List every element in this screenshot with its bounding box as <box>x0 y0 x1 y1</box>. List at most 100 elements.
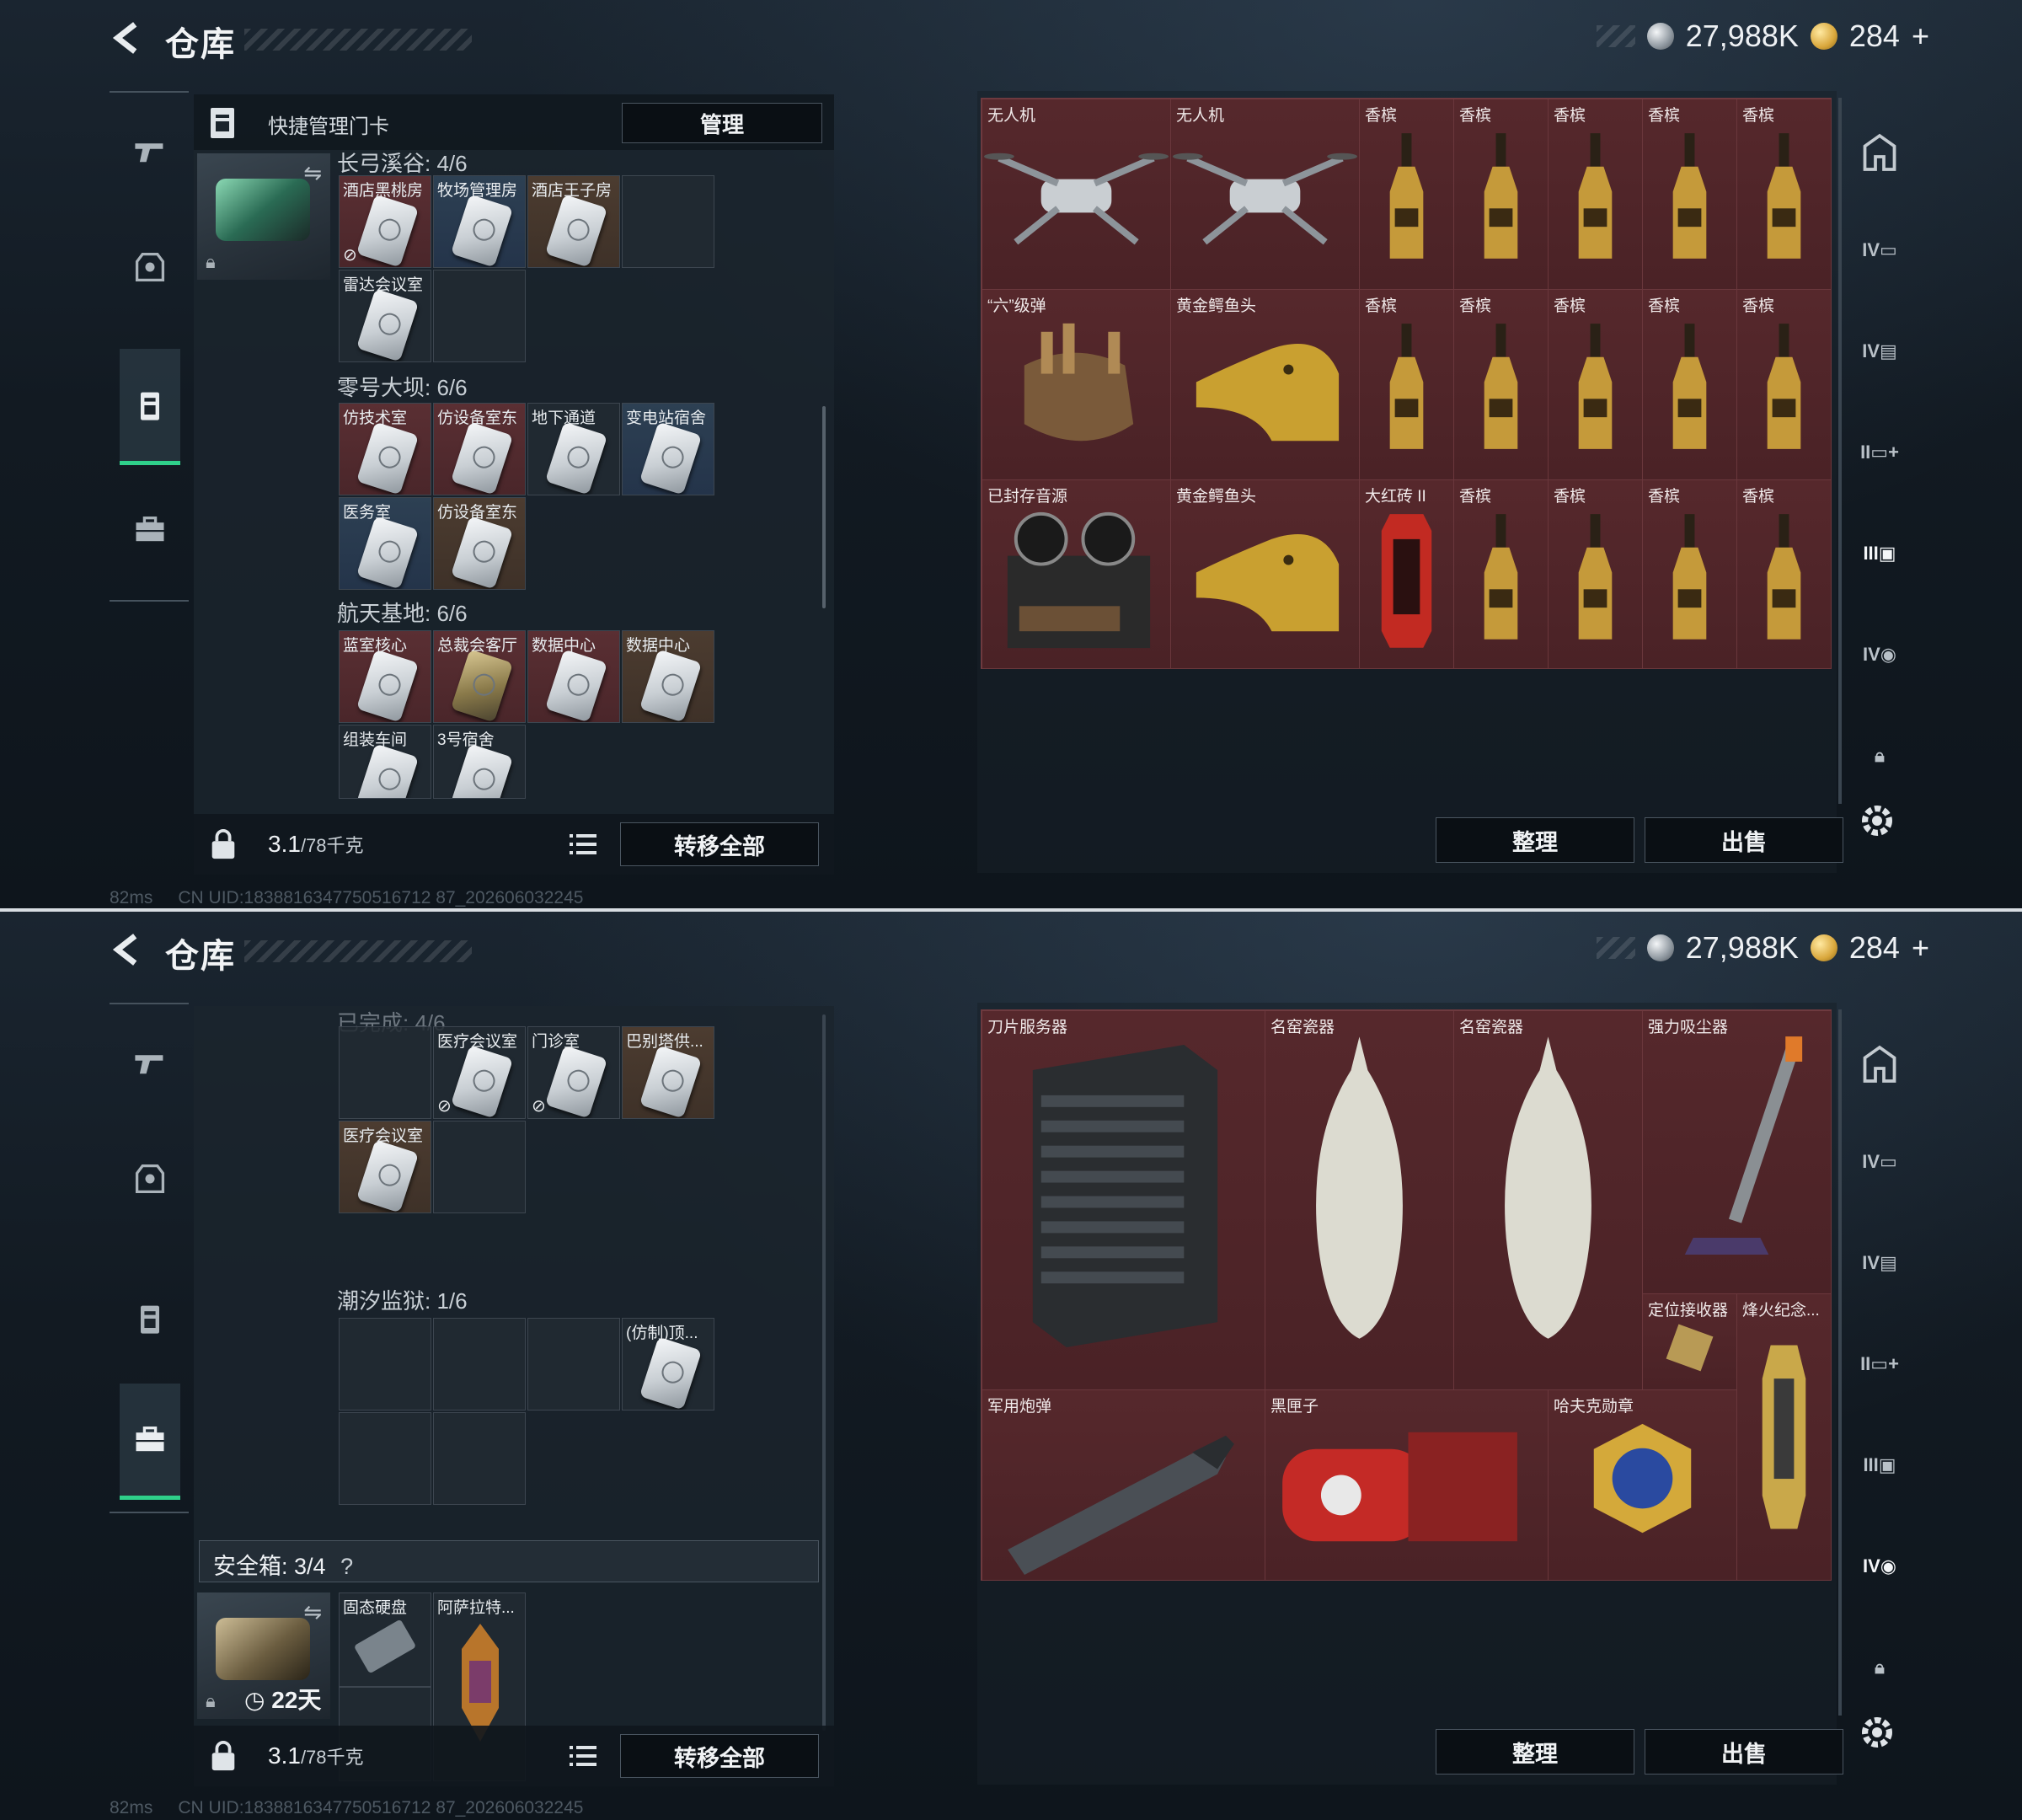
stash-item[interactable]: 香槟 <box>1549 290 1643 480</box>
safe-box-case[interactable]: ⇋ 🔒︎ ◷ 22天 <box>197 1592 330 1719</box>
rail-armor[interactable] <box>120 1121 180 1237</box>
stash-item[interactable]: 香槟 <box>1643 99 1737 290</box>
keycard-slot[interactable]: 组装车间 <box>339 725 431 799</box>
stash-item[interactable]: 烽火纪念... <box>1737 1294 1832 1581</box>
rail-keycards[interactable] <box>120 1261 180 1377</box>
stash-item[interactable]: 香槟 <box>1454 480 1549 669</box>
panel-scrollbar[interactable] <box>822 1014 826 1731</box>
stash-item[interactable]: 香槟 <box>1549 480 1643 669</box>
stash-item[interactable]: 黄金鳄鱼头 <box>1171 480 1360 669</box>
keycard-slot[interactable]: 数据中心 <box>622 630 714 723</box>
keycard-slot[interactable]: 酒店王子房 <box>527 175 620 268</box>
stash-home-tab[interactable] <box>1855 1040 1904 1089</box>
empty-slot[interactable] <box>433 270 526 362</box>
stash-page-tab[interactable]: II▭+ <box>1855 1340 1904 1389</box>
stash-item[interactable]: 强力吸尘器 <box>1643 1011 1832 1294</box>
swap-icon[interactable]: ⇋ <box>303 160 322 186</box>
list-icon[interactable] <box>566 1741 600 1771</box>
transfer-all-button[interactable]: 转移全部 <box>620 822 819 866</box>
transfer-all-button[interactable]: 转移全部 <box>620 1734 819 1778</box>
stash-page-tab[interactable]: IV▤ <box>1855 327 1904 376</box>
keycard-slot[interactable]: 3号宿舍 <box>433 725 526 799</box>
stash-page-tab[interactable]: II▭+ <box>1855 428 1904 477</box>
empty-slot[interactable] <box>339 1318 431 1410</box>
stash-item[interactable]: 香槟 <box>1454 290 1549 480</box>
stash-item[interactable]: 无人机 <box>1171 99 1360 290</box>
empty-slot[interactable] <box>527 1318 620 1410</box>
keycard-slot[interactable]: 医务室 <box>339 497 431 590</box>
keycard-slot[interactable]: 仿设备室东 <box>433 403 526 495</box>
stash-item[interactable]: “六”级弹 <box>982 290 1171 480</box>
rail-weapons[interactable] <box>120 1004 180 1121</box>
lock-icon[interactable]: 🔒︎ <box>1855 731 1904 780</box>
stash-item[interactable]: 哈夫克勋章 <box>1549 1390 1737 1581</box>
back-arrow-icon[interactable] <box>108 19 147 57</box>
stash-page-tab[interactable]: IV◉ <box>1855 630 1904 679</box>
keycard-slot[interactable]: 巴别塔供... <box>622 1026 714 1119</box>
add-currency-button[interactable]: + <box>1912 930 1929 966</box>
stash-item[interactable]: 名窑瓷器 <box>1454 1011 1643 1390</box>
keycard-slot[interactable]: 门诊室 ⊘ <box>527 1026 620 1119</box>
keycard-slot[interactable]: 医疗会议室 <box>339 1121 431 1213</box>
stash-item[interactable]: 大红砖 II <box>1360 480 1454 669</box>
rail-briefcase[interactable] <box>120 472 180 588</box>
rail-weapons[interactable] <box>120 93 180 209</box>
sort-button[interactable]: 整理 <box>1436 817 1634 863</box>
stash-item[interactable]: 香槟 <box>1360 99 1454 290</box>
stash-page-tab[interactable]: IV▭ <box>1855 1138 1904 1186</box>
stash-item[interactable]: 名窑瓷器 <box>1265 1011 1454 1390</box>
panel-scrollbar[interactable] <box>822 406 826 608</box>
stash-item[interactable]: 军用炮弹 <box>982 1390 1265 1581</box>
add-currency-button[interactable]: + <box>1912 19 1929 54</box>
lock-icon[interactable]: 🔒︎ <box>1855 1643 1904 1692</box>
gear-icon[interactable] <box>1857 800 1897 841</box>
keycard-slot[interactable]: 牧场管理房 <box>433 175 526 268</box>
keycard-slot[interactable]: 雷达会议室 <box>339 270 431 362</box>
back-arrow-icon[interactable] <box>108 930 147 969</box>
empty-slot[interactable] <box>622 175 714 268</box>
keycard-slot[interactable]: 仿设备室东 <box>433 497 526 590</box>
stash-item[interactable]: 香槟 <box>1737 290 1832 480</box>
empty-slot[interactable] <box>433 1318 526 1410</box>
keycard-slot[interactable]: 变电站宿舍 <box>622 403 714 495</box>
keycard-slot[interactable]: 地下通道 <box>527 403 620 495</box>
stash-item[interactable]: 无人机 <box>982 99 1171 290</box>
keycard-slot[interactable]: 酒店黑桃房 ⊘ <box>339 175 431 268</box>
sell-button[interactable]: 出售 <box>1645 817 1843 863</box>
stash-item[interactable]: 香槟 <box>1360 290 1454 480</box>
swap-icon[interactable]: ⇋ <box>303 1599 322 1625</box>
stash-page-tab[interactable]: IV▤ <box>1855 1239 1904 1287</box>
stash-item[interactable]: 香槟 <box>1643 480 1737 669</box>
stash-page-tab[interactable]: III▣ <box>1855 529 1904 578</box>
stash-item[interactable]: 香槟 <box>1549 99 1643 290</box>
rail-briefcase[interactable] <box>120 1384 180 1500</box>
help-icon[interactable]: ? <box>340 1554 353 1579</box>
stash-scrollbar[interactable] <box>1838 1009 1842 1716</box>
stash-item[interactable]: 刀片服务器 <box>982 1011 1265 1390</box>
safe-item-slot[interactable]: 固态硬盘 <box>339 1592 431 1687</box>
gear-icon[interactable] <box>1857 1712 1897 1753</box>
stash-item[interactable]: 香槟 <box>1643 290 1737 480</box>
empty-slot[interactable] <box>433 1412 526 1505</box>
empty-slot[interactable] <box>433 1121 526 1213</box>
stash-item[interactable]: 香槟 <box>1737 480 1832 669</box>
empty-slot[interactable] <box>339 1412 431 1505</box>
sort-button[interactable]: 整理 <box>1436 1729 1634 1774</box>
keycard-case[interactable]: ⇋ 🔒︎ <box>197 153 330 280</box>
keycard-slot[interactable]: 总裁会客厅 <box>433 630 526 723</box>
stash-item[interactable]: 黄金鳄鱼头 <box>1171 290 1360 480</box>
keycard-slot[interactable]: (仿制)顶... <box>622 1318 714 1410</box>
stash-item[interactable]: 黑匣子 <box>1265 1390 1549 1581</box>
stash-page-tab[interactable]: III▣ <box>1855 1441 1904 1490</box>
keycard-slot[interactable]: 蓝室核心 <box>339 630 431 723</box>
manage-button[interactable]: 管理 <box>622 103 822 143</box>
sell-button[interactable]: 出售 <box>1645 1729 1843 1774</box>
keycard-slot[interactable]: 医疗会议室 ⊘ <box>433 1026 526 1119</box>
empty-slot[interactable] <box>339 1026 431 1119</box>
stash-scrollbar[interactable] <box>1838 98 1842 804</box>
stash-item[interactable]: 香槟 <box>1454 99 1549 290</box>
keycard-slot[interactable]: 数据中心 <box>527 630 620 723</box>
list-icon[interactable] <box>566 829 600 859</box>
stash-page-tab[interactable]: IV◉ <box>1855 1542 1904 1591</box>
stash-item[interactable]: 香槟 <box>1737 99 1832 290</box>
